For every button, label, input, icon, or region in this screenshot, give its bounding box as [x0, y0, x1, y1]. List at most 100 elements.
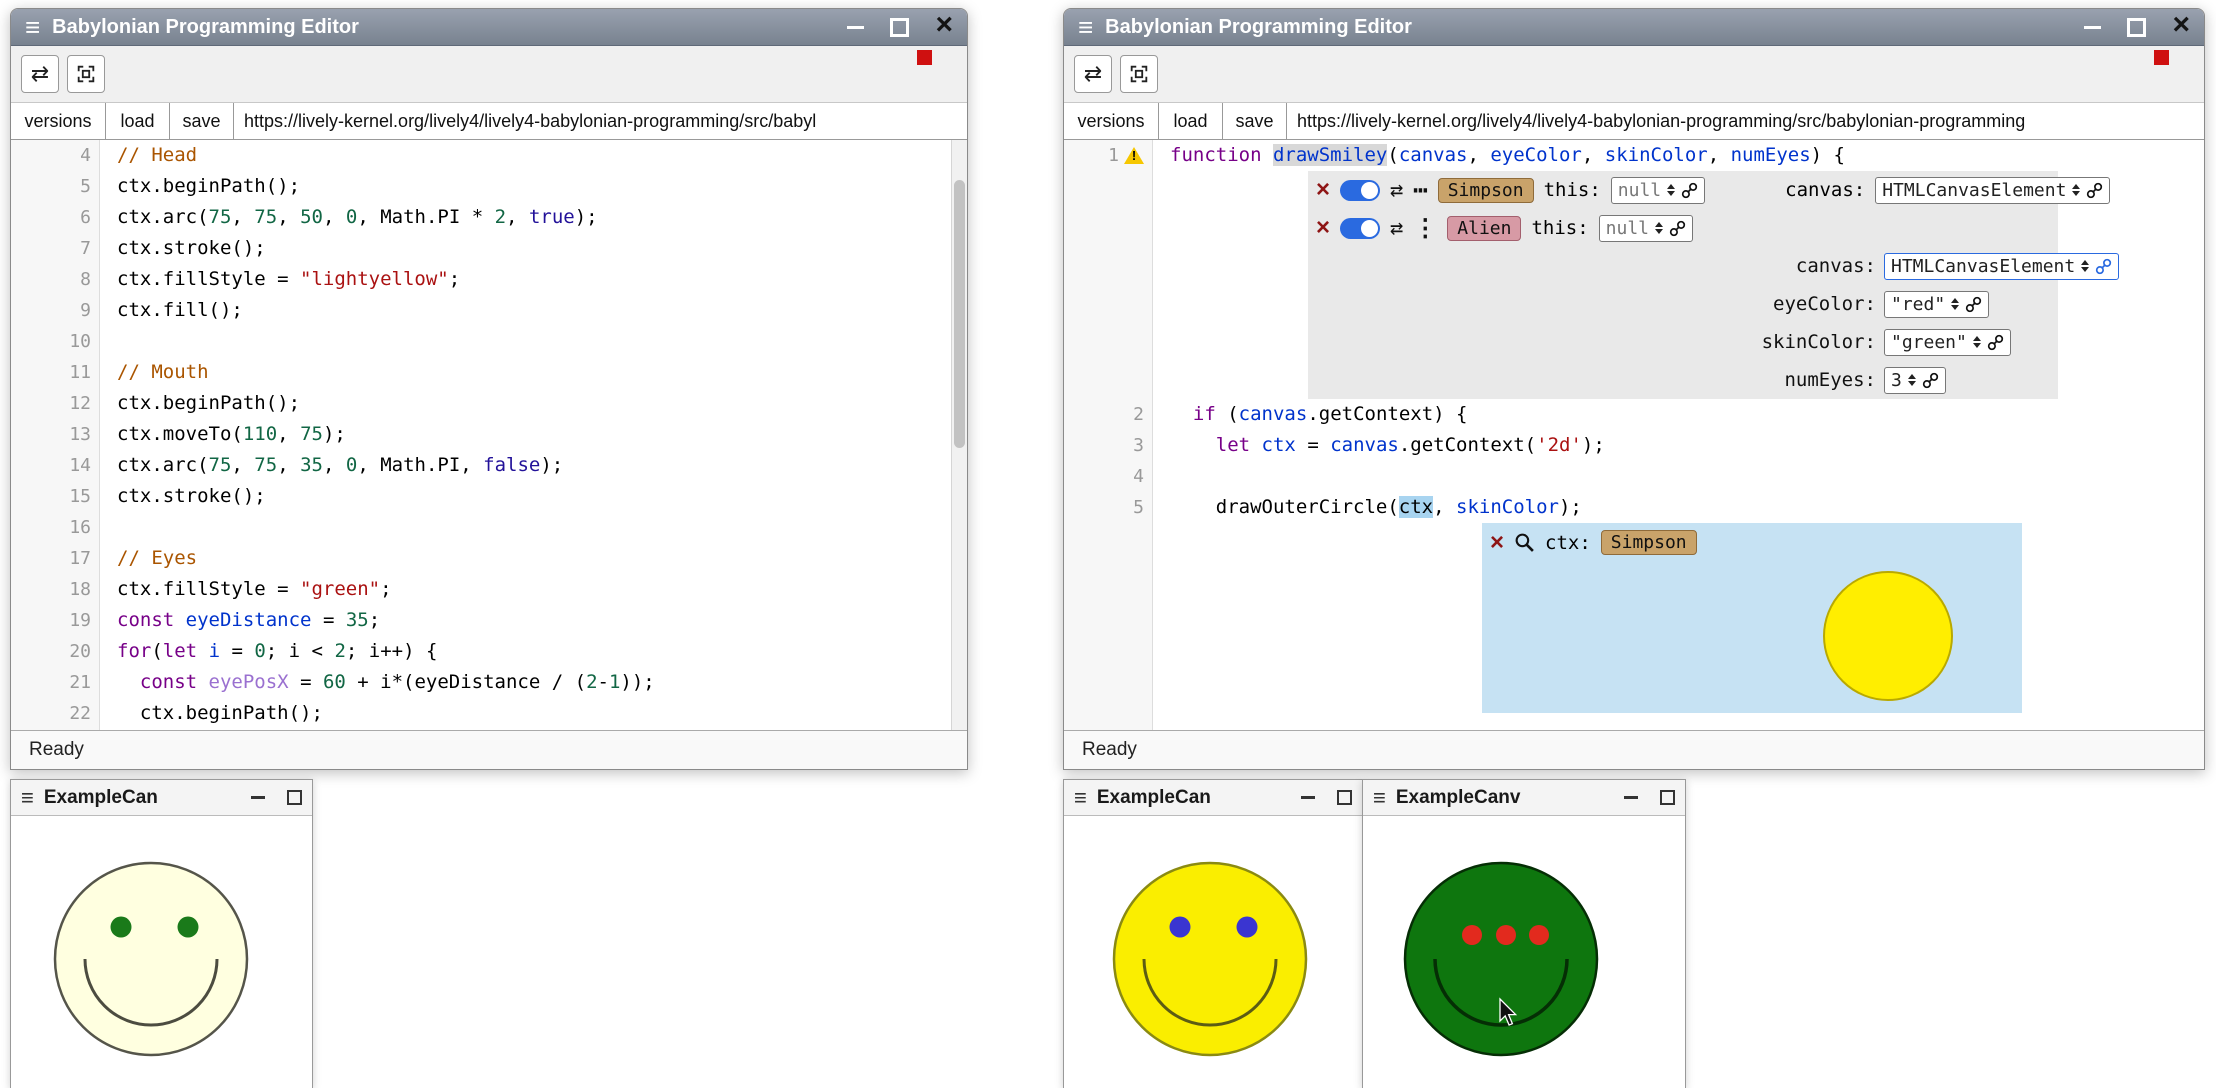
stepper-icon[interactable]	[1951, 298, 1959, 310]
link-icon[interactable]	[2095, 258, 2112, 275]
close-icon[interactable]: ×	[2172, 10, 2190, 40]
minimize-icon[interactable]	[1301, 796, 1315, 799]
more-menu-icon[interactable]: ⋯	[1413, 178, 1427, 202]
code-editor[interactable]: 4// Head5ctx.beginPath();6ctx.arc(75, 75…	[11, 140, 967, 730]
param-value-box[interactable]: "green"	[1884, 329, 2011, 356]
save-button[interactable]: save	[1223, 103, 1287, 139]
code-editor[interactable]: 1function drawSmiley(canvas, eyeColor, s…	[1064, 140, 2204, 730]
close-icon[interactable]: ×	[935, 10, 953, 40]
code-line[interactable]: 12ctx.beginPath();	[11, 388, 967, 419]
link-icon[interactable]	[1681, 182, 1698, 199]
example-name-badge[interactable]: Alien	[1447, 216, 1521, 241]
minimize-icon[interactable]	[847, 26, 864, 29]
load-button[interactable]: load	[1159, 103, 1223, 139]
this-value-box[interactable]: null	[1611, 177, 1705, 204]
stepper-icon[interactable]	[1655, 222, 1663, 234]
code-line[interactable]: 1function drawSmiley(canvas, eyeColor, s…	[1064, 140, 2204, 171]
maximize-icon[interactable]	[1337, 790, 1352, 805]
minimize-icon[interactable]	[1624, 796, 1638, 799]
magnifier-icon[interactable]	[1514, 532, 1535, 553]
code-line[interactable]: 2 if (canvas.getContext) {	[1064, 399, 2204, 430]
titlebar[interactable]: ≡ Babylonian Programming Editor ×	[11, 9, 967, 46]
delete-example-icon[interactable]: ×	[1316, 216, 1330, 240]
code-line[interactable]: 4// Head	[11, 140, 967, 171]
save-button[interactable]: save	[170, 103, 234, 139]
link-icon[interactable]	[1922, 372, 1939, 389]
code-line[interactable]: 21 const eyePosX = 60 + i*(eyeDistance /…	[11, 667, 967, 698]
swap-button[interactable]: ⇄	[1074, 55, 1112, 93]
delete-probe-icon[interactable]: ×	[1490, 531, 1504, 555]
titlebar[interactable]: ≡ Babylonian Programming Editor ×	[1064, 9, 2204, 46]
code-line[interactable]: 11// Mouth	[11, 357, 967, 388]
menu-icon[interactable]: ≡	[25, 14, 40, 40]
code-line[interactable]: 8ctx.fillStyle = "lightyellow";	[11, 264, 967, 295]
smiley-canvas[interactable]	[11, 816, 312, 1088]
code-line[interactable]: 7ctx.stroke();	[11, 233, 967, 264]
code-line[interactable]: 10	[11, 326, 967, 357]
example-toggle[interactable]	[1340, 218, 1380, 239]
param-value-box[interactable]: HTMLCanvasElement	[1884, 253, 2119, 280]
code-line[interactable]: 4	[1064, 461, 2204, 492]
more-menu-icon[interactable]: ⋮	[1413, 216, 1437, 240]
code-line[interactable]: 5 drawOuterCircle(ctx, skinColor);	[1064, 492, 2204, 523]
link-icon[interactable]	[2086, 182, 2103, 199]
minimize-icon[interactable]	[2084, 26, 2101, 29]
stepper-icon[interactable]	[1667, 184, 1675, 196]
stepper-icon[interactable]	[2081, 260, 2089, 272]
example-name-badge[interactable]: Simpson	[1438, 178, 1534, 203]
url-field[interactable]: https://lively-kernel.org/lively4/lively…	[1287, 103, 2204, 139]
minimize-icon[interactable]	[251, 796, 265, 799]
titlebar[interactable]: ≡ ExampleCan	[11, 780, 312, 816]
probe-example-badge[interactable]: Simpson	[1601, 530, 1697, 555]
code-line[interactable]: 9ctx.fill();	[11, 295, 967, 326]
versions-button[interactable]: versions	[1064, 103, 1159, 139]
load-button[interactable]: load	[106, 103, 170, 139]
code-line[interactable]: 19const eyeDistance = 35;	[11, 605, 967, 636]
example-toggle[interactable]	[1340, 180, 1380, 201]
canvas-value-box[interactable]: HTMLCanvasElement	[1875, 177, 2110, 204]
maximize-icon[interactable]	[287, 790, 302, 805]
stepper-icon[interactable]	[2072, 184, 2080, 196]
code-line[interactable]: 22 ctx.beginPath();	[11, 698, 967, 729]
code-line[interactable]: 20for(let i = 0; i < 2; i++) {	[11, 636, 967, 667]
code-line[interactable]: 5ctx.beginPath();	[11, 171, 967, 202]
titlebar[interactable]: ≡ ExampleCan	[1064, 780, 1362, 816]
vertical-scrollbar[interactable]	[951, 140, 967, 730]
link-icon[interactable]	[1669, 220, 1686, 237]
versions-button[interactable]: versions	[11, 103, 106, 139]
maximize-icon[interactable]	[1660, 790, 1675, 805]
swap-icon[interactable]: ⇄	[1390, 178, 1403, 203]
stepper-icon[interactable]	[1973, 336, 1981, 348]
maximize-icon[interactable]	[2127, 18, 2146, 37]
menu-icon[interactable]: ≡	[1078, 14, 1093, 40]
param-value-box[interactable]: 3	[1884, 367, 1946, 394]
warning-icon[interactable]	[1124, 147, 1144, 164]
link-icon[interactable]	[1965, 296, 1982, 313]
delete-example-icon[interactable]: ×	[1316, 178, 1330, 202]
param-value-box[interactable]: "red"	[1884, 291, 1989, 318]
smiley-canvas[interactable]	[1363, 816, 1685, 1088]
frame-button[interactable]	[67, 55, 105, 93]
code-line[interactable]: 18ctx.fillStyle = "green";	[11, 574, 967, 605]
swap-icon[interactable]: ⇄	[1390, 216, 1403, 241]
smiley-canvas[interactable]	[1064, 816, 1362, 1088]
code-line[interactable]: 17// Eyes	[11, 543, 967, 574]
code-line[interactable]: 3 let ctx = canvas.getContext('2d');	[1064, 430, 2204, 461]
scrollbar-thumb[interactable]	[954, 180, 965, 448]
menu-icon[interactable]: ≡	[21, 787, 34, 809]
swap-button[interactable]: ⇄	[21, 55, 59, 93]
code-line[interactable]: 14ctx.arc(75, 75, 35, 0, Math.PI, false)…	[11, 450, 967, 481]
frame-button[interactable]	[1120, 55, 1158, 93]
this-value-box[interactable]: null	[1599, 215, 1693, 242]
stepper-icon[interactable]	[1908, 374, 1916, 386]
maximize-icon[interactable]	[890, 18, 909, 37]
url-field[interactable]: https://lively-kernel.org/lively4/lively…	[234, 103, 967, 139]
code-line[interactable]: 15ctx.stroke();	[11, 481, 967, 512]
code-line[interactable]: 6ctx.arc(75, 75, 50, 0, Math.PI * 2, tru…	[11, 202, 967, 233]
code-line[interactable]: 16	[11, 512, 967, 543]
link-icon[interactable]	[1987, 334, 2004, 351]
titlebar[interactable]: ≡ ExampleCanv	[1363, 780, 1685, 816]
menu-icon[interactable]: ≡	[1074, 787, 1087, 809]
code-line[interactable]: 13ctx.moveTo(110, 75);	[11, 419, 967, 450]
menu-icon[interactable]: ≡	[1373, 787, 1386, 809]
